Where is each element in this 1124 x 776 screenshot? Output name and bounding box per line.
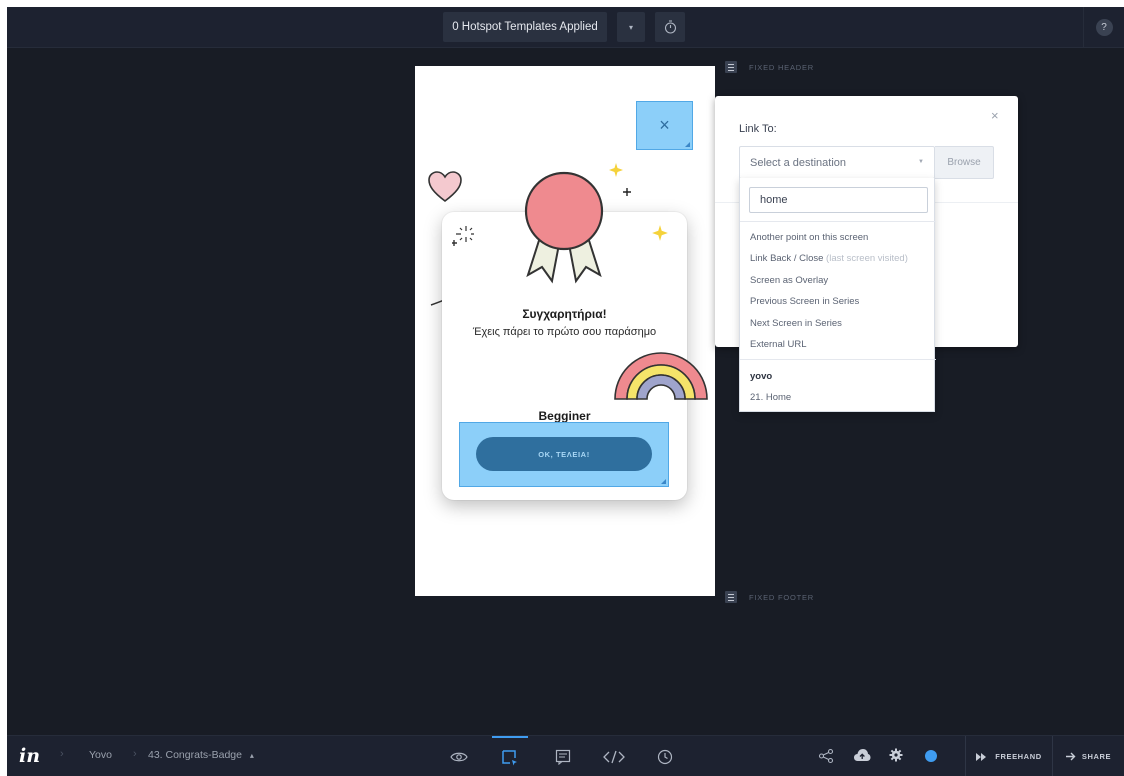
comment-icon — [555, 749, 571, 765]
burst-icon — [452, 226, 474, 246]
close-icon: × — [659, 115, 670, 135]
status-indicator[interactable] — [924, 749, 938, 763]
close-hotspot[interactable]: × — [636, 101, 693, 150]
clock-icon — [657, 749, 673, 764]
breadcrumb-separator: › — [60, 748, 64, 760]
eye-icon — [450, 752, 468, 761]
bottom-toolbar: in › Yovo › 43. Congrats-Badge ▴ FREEHAN… — [7, 735, 1124, 776]
heart-icon — [428, 171, 462, 203]
timer-button[interactable] — [655, 12, 685, 42]
congrats-title: Συγχαρητήρια! — [522, 307, 607, 321]
fixed-header-marker[interactable]: FIXED HEADER — [725, 61, 814, 73]
destination-search-input[interactable]: home — [749, 187, 928, 213]
divider — [740, 221, 936, 222]
menu-icon — [725, 61, 737, 73]
resize-handle[interactable] — [685, 142, 690, 147]
fixed-header-label: FIXED HEADER — [749, 62, 815, 72]
screen-canvas[interactable]: × Συγχαρητήρια! Έχεις πάρει το πρώτο σου… — [415, 66, 715, 596]
status-dot-icon — [925, 750, 937, 762]
breadcrumb-screen[interactable]: 43. Congrats-Badge ▴ — [148, 749, 254, 761]
group-label: yovo — [750, 371, 773, 382]
templates-dropdown-toggle[interactable]: ▾ — [617, 12, 645, 42]
link-to-title: Link To: — [739, 123, 777, 135]
preview-mode-button[interactable] — [441, 736, 477, 776]
stopwatch-icon — [664, 20, 676, 34]
destination-placeholder: Select a destination — [750, 156, 847, 169]
help-area: ? — [1083, 7, 1124, 48]
cloud-upload-icon — [854, 749, 871, 761]
option-previous-screen[interactable]: Previous Screen in Series — [750, 296, 859, 307]
close-icon[interactable]: × — [991, 108, 999, 123]
arrow-right-icon — [1065, 752, 1076, 761]
share-flow-button[interactable] — [818, 748, 834, 764]
inspect-mode-button[interactable] — [596, 736, 632, 776]
option-screen-home[interactable]: 21. Home — [750, 392, 791, 403]
option-link-back[interactable]: Link Back / Close (last screen visited) — [750, 253, 908, 264]
rainbow-icon — [614, 352, 708, 400]
option-overlay[interactable]: Screen as Overlay — [750, 275, 828, 286]
plus-icon — [623, 188, 631, 196]
destination-dropdown: home Another point on this screen Link B… — [739, 178, 936, 412]
breadcrumb-separator: › — [133, 748, 137, 760]
screen-name: 43. Congrats-Badge — [148, 749, 242, 761]
history-mode-button[interactable] — [647, 736, 683, 776]
app-window: 0 Hotspot Templates Applied ▾ ? FIXED HE… — [7, 7, 1124, 776]
congrats-subtitle: Έχεις πάρει το πρώτο σου παράσημο — [472, 326, 657, 338]
code-icon — [603, 750, 625, 763]
gear-icon — [889, 748, 903, 762]
invision-logo[interactable]: in — [19, 745, 40, 767]
top-toolbar: 0 Hotspot Templates Applied ▾ ? — [7, 7, 1124, 48]
divider — [740, 359, 936, 360]
hotspot-select-icon — [502, 749, 517, 765]
option-hint: (last screen visited) — [826, 253, 908, 264]
comment-mode-button[interactable] — [545, 736, 581, 776]
sync-button[interactable] — [853, 748, 871, 762]
chevron-down-icon: ▼ — [918, 159, 924, 165]
menu-icon — [725, 591, 737, 603]
hotspot-templates-dropdown[interactable]: 0 Hotspot Templates Applied — [443, 12, 607, 42]
option-another-point[interactable]: Another point on this screen — [750, 232, 868, 243]
share-nodes-icon — [818, 748, 834, 764]
share-button[interactable]: SHARE — [1052, 736, 1124, 776]
sparkle-icon — [652, 225, 668, 241]
freehand-icon — [976, 752, 987, 761]
help-button[interactable]: ? — [1095, 19, 1113, 36]
option-label: Link Back / Close — [750, 253, 824, 264]
build-mode-button[interactable] — [492, 736, 528, 776]
resize-handle[interactable] — [661, 479, 666, 484]
browse-button[interactable]: Browse — [935, 146, 994, 179]
medal-icon — [524, 171, 604, 284]
option-external-url[interactable]: External URL — [750, 339, 807, 350]
settings-button[interactable] — [889, 748, 903, 762]
freehand-button[interactable]: FREEHAND — [965, 736, 1051, 776]
fixed-footer-label: FIXED FOOTER — [749, 592, 815, 602]
badge-level: Begginer — [538, 409, 591, 423]
option-next-screen[interactable]: Next Screen in Series — [750, 318, 842, 329]
chevron-up-icon: ▴ — [249, 751, 254, 760]
ok-hotspot[interactable]: ΟΚ, ΤΕΛΕΙΑ! — [459, 422, 669, 487]
freehand-label: FREEHAND — [995, 752, 1042, 761]
destination-select[interactable]: Select a destination ▼ — [739, 146, 935, 179]
share-label: SHARE — [1081, 752, 1112, 761]
ok-button[interactable]: ΟΚ, ΤΕΛΕΙΑ! — [476, 437, 652, 471]
fixed-footer-marker[interactable]: FIXED FOOTER — [725, 591, 814, 603]
breadcrumb-project[interactable]: Yovo — [89, 749, 112, 761]
chevron-down-icon: ▾ — [628, 22, 633, 32]
